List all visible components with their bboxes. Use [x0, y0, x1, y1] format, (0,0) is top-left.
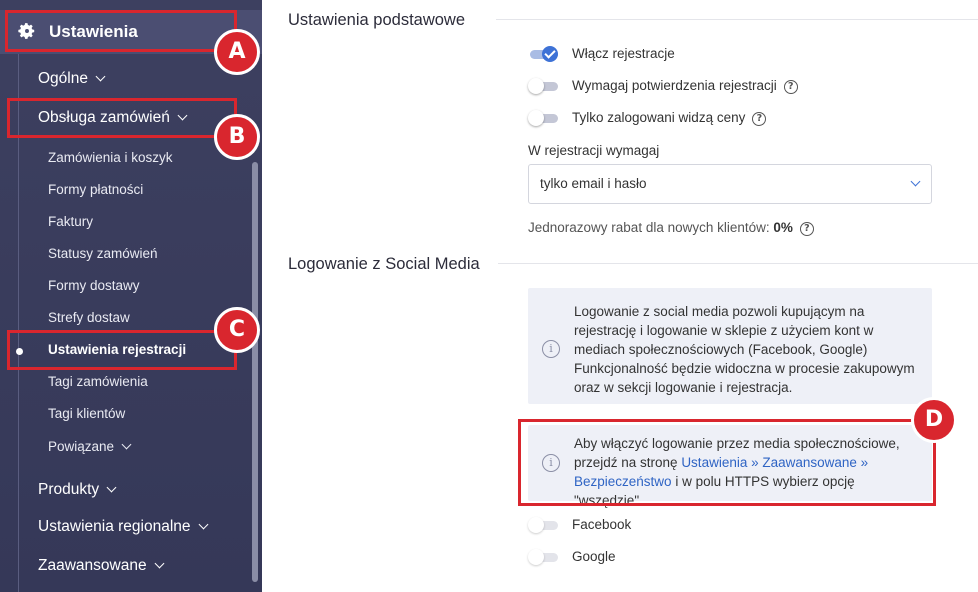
sidebar-item-label: Zaawansowane	[38, 557, 147, 574]
annotation-box-b	[7, 98, 237, 138]
sidebar-item-label: Ogólne	[38, 70, 88, 87]
discount-value: 0%	[773, 220, 793, 235]
annotation-box-a	[5, 10, 237, 52]
sidebar-item-label: Ustawienia regionalne	[38, 518, 191, 535]
toggle-label-require-confirmation: Wymagaj potwierdzenia rejestracji?	[572, 78, 798, 95]
sidebar-scrollbar[interactable]	[252, 162, 258, 582]
annotation-box-c	[7, 330, 237, 370]
toggle-label-google: Google	[572, 549, 616, 564]
option-text: Wymagaj potwierdzenia rejestracji	[572, 78, 777, 93]
help-icon[interactable]: ?	[799, 222, 814, 236]
section-divider	[496, 19, 978, 20]
select-value: tylko email i hasło	[540, 176, 647, 191]
chevron-down-icon	[154, 558, 165, 569]
sidebar-item-ustawienia-regionalne[interactable]: Ustawienia regionalne	[38, 518, 208, 536]
toggle-label-logged-in-prices: Tylko zalogowani widzą ceny?	[572, 110, 767, 127]
help-icon[interactable]: ?	[752, 112, 767, 126]
sidebar-item-label: Produkty	[38, 481, 100, 498]
toggle-enable-registration[interactable]	[528, 46, 558, 62]
sidebar-item-ogolne[interactable]: Ogólne	[38, 70, 106, 88]
registration-require-label: W rejestracji wymagaj	[528, 143, 660, 158]
annotation-badge-a: A	[214, 29, 260, 75]
chevron-down-icon	[106, 482, 117, 493]
chevron-down-icon	[198, 519, 208, 530]
toggle-label-facebook: Facebook	[572, 517, 632, 532]
sidebar-item-produkty[interactable]: Produkty	[38, 481, 117, 499]
sidebar-item-tagi-zamowienia[interactable]: Tagi zamówienia	[48, 374, 148, 389]
sidebar-item-statusy-zamowien[interactable]: Statusy zamówień	[48, 246, 158, 261]
sidebar: Ustawienia Ogólne Obsługa zamówień Zamów…	[0, 0, 262, 592]
sidebar-item-formy-dostawy[interactable]: Formy dostawy	[48, 278, 140, 293]
sidebar-item-faktury[interactable]: Faktury	[48, 214, 93, 229]
sidebar-item-powiazane[interactable]: Powiązane	[48, 439, 132, 454]
option-text: Tylko zalogowani widzą ceny	[572, 110, 746, 125]
chevron-down-icon	[95, 71, 106, 82]
registration-require-select[interactable]: tylko email i hasło	[528, 164, 932, 204]
annotation-badge-d: D	[911, 397, 957, 443]
discount-label: Jednorazowy rabat dla nowych klientów:	[528, 220, 770, 235]
chevron-down-icon	[121, 439, 132, 450]
toggle-label-enable-registration: Włącz rejestracje	[572, 46, 675, 61]
annotation-badge-c: C	[214, 307, 260, 353]
new-client-discount: Jednorazowy rabat dla nowych klientów: 0…	[528, 220, 814, 237]
sidebar-item-tagi-klientow[interactable]: Tagi klientów	[48, 406, 125, 421]
annotation-box-d	[518, 419, 936, 506]
chevron-down-icon	[910, 176, 921, 187]
help-icon[interactable]: ?	[783, 80, 798, 94]
social-info-text: Logowanie z social media pozwoli kupując…	[574, 304, 915, 395]
info-icon: i	[542, 340, 560, 358]
toggle-require-confirmation[interactable]	[528, 78, 558, 94]
section-divider	[498, 263, 978, 264]
sidebar-item-zaawansowane[interactable]: Zaawansowane	[38, 557, 165, 575]
social-info-box: i Logowanie z social media pozwoli kupuj…	[528, 288, 932, 404]
toggle-google[interactable]	[528, 549, 558, 565]
annotation-badge-b: B	[214, 114, 260, 160]
section-title-social: Logowanie z Social Media	[288, 255, 480, 273]
toggle-facebook[interactable]	[528, 517, 558, 533]
sidebar-item-strefy-dostaw[interactable]: Strefy dostaw	[48, 310, 130, 325]
section-title-basic: Ustawienia podstawowe	[288, 11, 466, 29]
sidebar-item-label: Powiązane	[48, 439, 115, 454]
toggle-logged-in-prices[interactable]	[528, 110, 558, 126]
sidebar-item-zamowienia-i-koszyk[interactable]: Zamówienia i koszyk	[48, 150, 173, 165]
sidebar-item-formy-platnosci[interactable]: Formy płatności	[48, 182, 143, 197]
